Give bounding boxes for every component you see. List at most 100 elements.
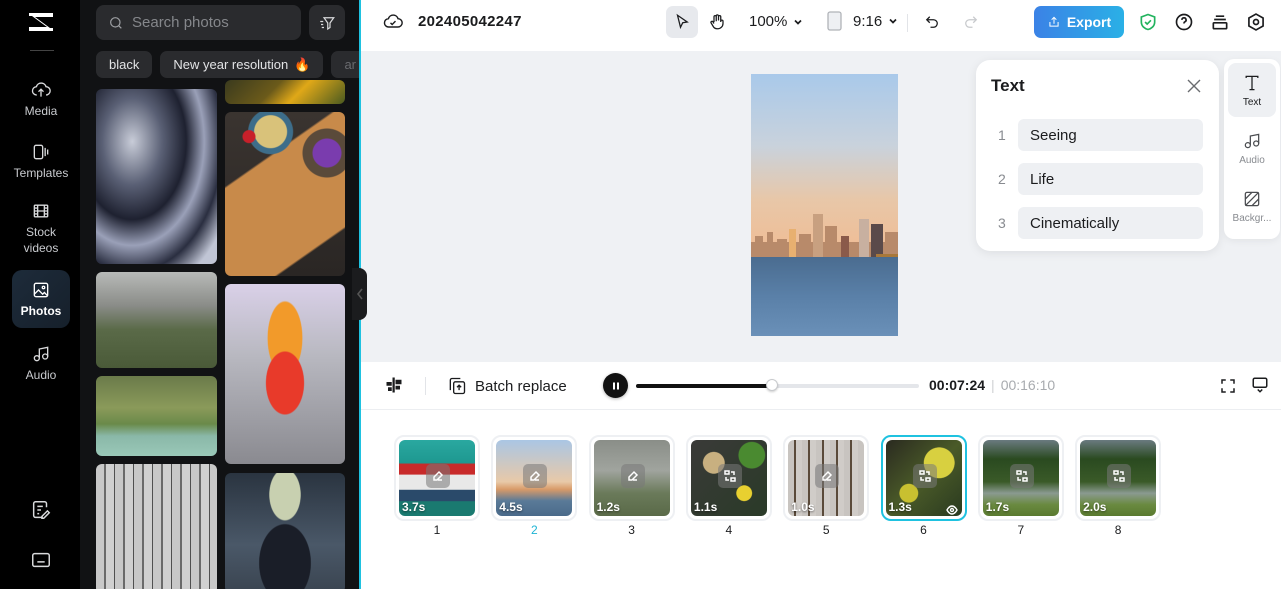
text-item-input[interactable] (1018, 119, 1203, 151)
progress-played (636, 384, 772, 388)
video-preview[interactable] (751, 74, 898, 336)
text-item: 3 (976, 207, 1219, 239)
chevron-left-icon (356, 288, 363, 300)
pointer-icon (676, 13, 689, 30)
edit-clip-button[interactable] (523, 464, 548, 488)
replace-clip-button[interactable] (912, 464, 937, 488)
timeline-toolbar: Batch replace 00:07:24 | 00:16:10 (361, 362, 1281, 410)
batch-replace-icon (449, 377, 466, 395)
photo-cliff-monastery[interactable] (96, 272, 217, 368)
pause-button[interactable] (603, 373, 628, 398)
tab-text[interactable]: Text (1228, 63, 1276, 117)
rail-item-templates[interactable]: Templates (12, 132, 70, 190)
clip-thumbnail: 3.7s (399, 440, 475, 516)
stack-icon (1212, 15, 1228, 30)
tab-label: Backgr... (1232, 212, 1272, 224)
keyboard-shortcuts-button[interactable] (30, 549, 52, 571)
text-panel-title: Text (991, 76, 1025, 95)
project-name[interactable]: 202405042247 (418, 13, 522, 30)
edit-document-icon (32, 501, 51, 519)
rail-item-audio[interactable]: Audio (12, 334, 70, 392)
text-item-input[interactable] (1018, 207, 1203, 239)
aspect-ratio-dropdown[interactable]: 9:16 (827, 11, 898, 31)
redo-button[interactable] (961, 12, 981, 32)
export-button[interactable]: Export (1034, 6, 1124, 38)
edit-clip-button[interactable] (620, 464, 645, 488)
security-shield-button[interactable] (1137, 11, 1159, 33)
zoom-dropdown[interactable]: 100% (749, 13, 803, 30)
search-icon (110, 16, 122, 29)
top-bar: 202405042247 100% 9:16 Export (361, 0, 1281, 44)
help-button[interactable] (1173, 11, 1195, 33)
clip-3[interactable]: 1.2s (588, 435, 675, 521)
clip-number: 7 (1017, 523, 1025, 537)
fullscreen-button[interactable] (1219, 377, 1237, 395)
clip-thumbnail: 4.5s (496, 440, 573, 516)
clip-2[interactable]: 4.5s (491, 435, 578, 521)
batch-replace-button[interactable]: Batch replace (447, 376, 567, 396)
photo-man-with-banknote[interactable] (225, 473, 345, 589)
undo-button[interactable] (922, 12, 942, 32)
clip-number: 4 (725, 523, 733, 537)
clip-thumbnail: 1.2s (593, 440, 670, 516)
search-input[interactable] (132, 14, 292, 31)
close-text-panel-button[interactable] (1187, 79, 1201, 93)
preview-eye-button[interactable] (945, 502, 958, 515)
progress-handle[interactable] (765, 379, 778, 391)
clip-number: 2 (530, 523, 538, 537)
filter-button[interactable] (309, 5, 345, 40)
tab-background[interactable]: Backgr... (1228, 179, 1276, 233)
text-item-input[interactable] (1018, 163, 1203, 195)
settings-button[interactable] (1245, 11, 1267, 33)
display-mode-button[interactable] (1251, 376, 1269, 394)
select-tool-button[interactable] (666, 6, 698, 38)
text-item-number: 2 (998, 171, 1006, 187)
photo-cosplayer[interactable] (225, 284, 345, 464)
replace-clip-button[interactable] (1107, 464, 1132, 488)
edit-document-button[interactable] (30, 499, 52, 521)
hand-tool-button[interactable] (701, 6, 733, 38)
photo-autumn-forest[interactable] (225, 80, 345, 104)
text-t-icon (1245, 75, 1259, 90)
help-circle-icon (1175, 13, 1193, 31)
replace-swap-icon (724, 470, 736, 482)
clip-7[interactable]: 1.7s (977, 435, 1064, 521)
rail-item-photos[interactable]: Photos (12, 270, 70, 328)
edit-pencil-icon (627, 470, 638, 481)
clip-thumbnail: 1.0s (788, 440, 865, 516)
text-item-number: 1 (998, 127, 1006, 143)
search-box[interactable] (96, 5, 301, 40)
chip-new-year-resolution[interactable]: New year resolution 🔥 (160, 51, 324, 78)
photo-tacos[interactable] (225, 112, 345, 276)
clip-8[interactable]: 2.0s (1075, 435, 1162, 521)
text-item: 2 (976, 163, 1219, 195)
edit-clip-button[interactable] (815, 464, 840, 488)
collapse-panel-handle[interactable] (352, 268, 367, 320)
clip-6[interactable]: 1.3s (880, 435, 967, 521)
storage-button[interactable] (1209, 11, 1231, 33)
capcut-logo-icon[interactable] (26, 10, 56, 34)
edit-clip-button[interactable] (426, 464, 450, 488)
replace-clip-button[interactable] (1009, 464, 1034, 488)
clip-1[interactable]: 3.7s (394, 435, 480, 521)
photo-black-silk[interactable] (96, 89, 217, 264)
tab-label: Text (1242, 96, 1262, 108)
photo-suspension-bridge[interactable] (96, 376, 217, 456)
photo-foggy-trees[interactable] (96, 464, 217, 589)
chip-ar[interactable]: ar (331, 51, 360, 78)
replace-clip-button[interactable] (717, 464, 742, 488)
clip-5[interactable]: 1.0s (783, 435, 870, 521)
cloud-saved-indicator[interactable] (383, 12, 403, 32)
chip-black[interactable]: black (96, 51, 153, 78)
rail-item-media[interactable]: Media (12, 70, 70, 128)
templates-icon (33, 144, 49, 159)
clip-4[interactable]: 1.1s (685, 435, 772, 521)
tab-audio[interactable]: Audio (1228, 121, 1276, 175)
cloud-upload-icon (31, 82, 51, 97)
ratio-value: 9:16 (853, 12, 883, 30)
chevron-down-icon (889, 18, 897, 24)
align-button[interactable] (385, 376, 403, 394)
fullscreen-icon (1221, 379, 1235, 393)
playback-progress-bar[interactable] (636, 379, 919, 391)
rail-item-stock-videos[interactable]: Stock videos (12, 196, 70, 260)
